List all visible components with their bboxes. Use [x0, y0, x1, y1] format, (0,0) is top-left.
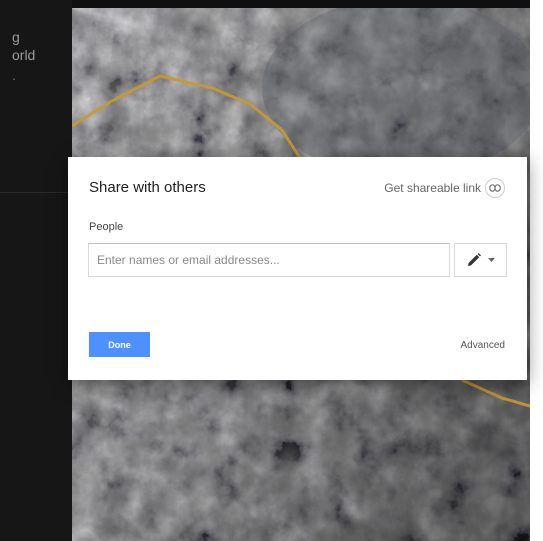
- dialog-title: Share with others: [89, 179, 206, 196]
- caret-down-icon: [488, 258, 495, 262]
- share-dialog: Share with others Get shareable link Peo…: [68, 157, 527, 380]
- sidebar-text-fragment: orld: [12, 47, 36, 63]
- sidebar-divider: [0, 192, 72, 193]
- permission-dropdown-button[interactable]: [454, 243, 507, 277]
- share-link-label: Get shareable link: [384, 181, 481, 195]
- sidebar: g orld .: [0, 0, 72, 541]
- sidebar-text-fragment: .: [12, 67, 16, 83]
- done-button[interactable]: Done: [89, 332, 150, 357]
- link-icon[interactable]: [485, 178, 505, 198]
- get-shareable-link[interactable]: Get shareable link: [384, 177, 505, 199]
- sidebar-text-fragment: g: [12, 29, 20, 45]
- advanced-link[interactable]: Advanced: [461, 340, 505, 351]
- people-input[interactable]: [88, 243, 450, 277]
- pencil-icon: [468, 253, 481, 266]
- people-label: People: [89, 221, 124, 233]
